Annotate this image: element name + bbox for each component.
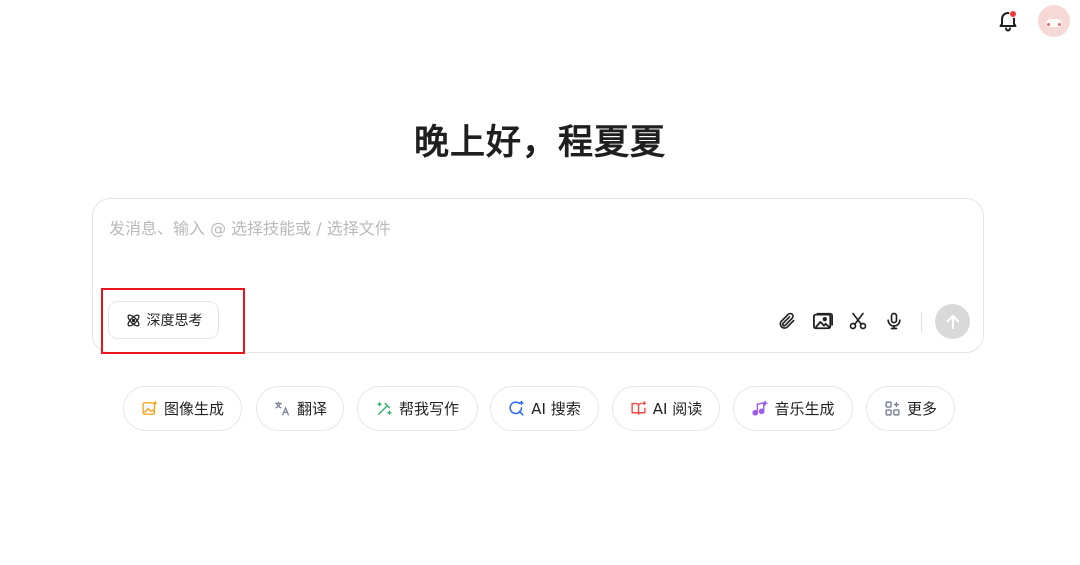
pen-sparkle-icon — [377, 402, 392, 415]
atom-icon — [126, 313, 140, 327]
quick-actions: 图像生成 翻译 帮我写作 AI 搜索 AI 阅读 音乐生成 更多 — [0, 386, 1080, 432]
chip-more[interactable]: 更多 — [866, 386, 955, 431]
message-input[interactable] — [109, 219, 969, 238]
search-icon — [509, 400, 524, 416]
user-avatar[interactable] — [1038, 5, 1070, 37]
paperclip-icon[interactable] — [775, 309, 799, 333]
grid-icon — [885, 401, 900, 416]
deep-think-label: 深度思考 — [146, 313, 203, 329]
chip-music-gen[interactable]: 音乐生成 — [733, 386, 853, 431]
chip-ai-search[interactable]: AI 搜索 — [490, 386, 599, 431]
microphone-icon[interactable] — [882, 309, 906, 333]
music-icon — [752, 400, 769, 416]
book-icon — [631, 401, 646, 415]
chip-ai-reading[interactable]: AI 阅读 — [612, 386, 720, 431]
scissors-icon[interactable] — [846, 309, 870, 333]
chip-writing[interactable]: 帮我写作 — [357, 386, 478, 431]
image-upload-icon[interactable] — [811, 309, 835, 333]
toolbar-divider — [921, 312, 922, 332]
send-arrow-icon — [946, 314, 959, 329]
translate-icon — [274, 401, 289, 416]
chip-translate[interactable]: 翻译 — [256, 386, 344, 431]
chip-image-gen[interactable]: 图像生成 — [123, 386, 242, 431]
send-button[interactable] — [935, 304, 970, 339]
deep-think-button[interactable]: 深度思考 — [108, 301, 219, 339]
greeting-title: 晚上好，程夏夏 — [413, 123, 666, 163]
notification-dot — [1009, 10, 1017, 18]
notification-bell-icon[interactable] — [996, 8, 1020, 32]
image-gen-icon — [142, 401, 157, 415]
